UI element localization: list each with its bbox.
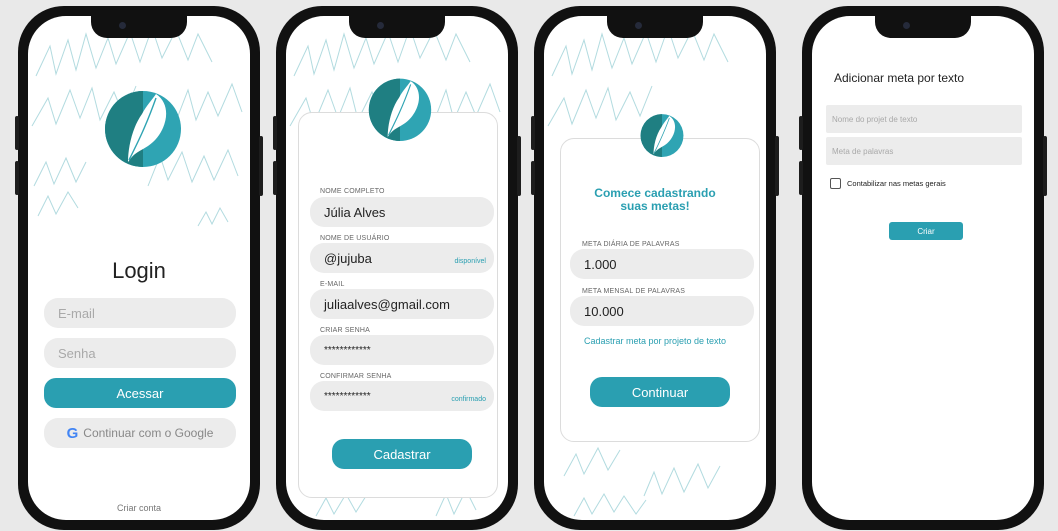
fullname-label: NOME COMPLETO [320, 188, 385, 195]
word-goal-placeholder: Meta de palavras [832, 146, 894, 156]
app-logo [640, 112, 684, 163]
signup-screen: NOME COMPLETO Júlia Alves NOME DE USUÁRI… [286, 16, 508, 520]
google-icon: G [66, 424, 79, 442]
google-login-button[interactable]: G Continuar com o Google [44, 418, 236, 448]
password-field[interactable]: ************ [310, 335, 494, 365]
email-placeholder: E-mail [58, 305, 95, 321]
password-placeholder: Senha [58, 345, 96, 361]
page-title: Login [112, 258, 166, 283]
create-button[interactable]: Criar [889, 222, 963, 240]
monthly-goal-label: META MENSAL DE PALAVRAS [582, 288, 686, 295]
confirm-password-value: ************ [324, 390, 371, 402]
phone-goals: Comece cadastrando suas metas! META DIÁR… [531, 6, 779, 530]
fullname-field[interactable]: Júlia Alves [310, 197, 494, 227]
username-value: @jujuba [324, 250, 372, 266]
project-goal-link[interactable]: Cadastrar meta por projeto de texto [544, 336, 766, 346]
username-available-tag: disponível [454, 258, 486, 265]
email-field[interactable]: juliaalves@gmail.com [310, 289, 494, 319]
username-label: NOME DE USUÁRIO [320, 235, 390, 242]
goals-heading: Comece cadastrando suas metas! [544, 187, 766, 213]
app-logo [104, 88, 182, 173]
count-in-general-goals-checkbox[interactable]: Contabilizar nas metas gerais [830, 178, 946, 189]
password-label: CRIAR SENHA [320, 327, 371, 334]
username-field[interactable]: @jujuba disponível [310, 243, 494, 273]
continue-button[interactable]: Continuar [590, 377, 730, 407]
continue-button-label: Continuar [631, 384, 689, 400]
signup-button[interactable]: Cadastrar [332, 439, 472, 469]
daily-goal-label: META DIÁRIA DE PALAVRAS [582, 241, 680, 248]
checkbox-label: Contabilizar nas metas gerais [847, 179, 946, 188]
password-confirmed-tag: confirmado [451, 396, 486, 403]
login-button[interactable]: Acessar [44, 378, 236, 408]
notch [349, 16, 445, 38]
email-label: E-MAIL [320, 281, 345, 288]
word-goal-field[interactable]: Meta de palavras [826, 137, 1022, 165]
password-field[interactable]: Senha [44, 338, 236, 368]
text-goal-screen: Adicionar meta por texto Nome do projet … [812, 16, 1034, 520]
confirm-password-label: CONFIRMAR SENHA [320, 373, 392, 380]
goals-screen: Comece cadastrando suas metas! META DIÁR… [544, 16, 766, 520]
google-button-label: Continuar com o Google [83, 426, 214, 440]
daily-goal-value: 1.000 [584, 256, 617, 272]
notch [607, 16, 703, 38]
monthly-goal-value: 10.000 [584, 303, 624, 319]
signup-button-label: Cadastrar [373, 446, 431, 462]
notch [875, 16, 971, 38]
fullname-value: Júlia Alves [324, 204, 386, 220]
create-button-label: Criar [917, 226, 935, 236]
page-title: Adicionar meta por texto [834, 71, 965, 85]
notch [91, 16, 187, 38]
confirm-password-field[interactable]: ************ confirmado [310, 381, 494, 411]
phone-signup: NOME COMPLETO Júlia Alves NOME DE USUÁRI… [273, 6, 521, 530]
project-name-placeholder: Nome do projet de texto [832, 114, 918, 124]
create-account-link[interactable]: Criar conta [28, 503, 250, 513]
email-value: juliaalves@gmail.com [324, 296, 450, 312]
phone-login: Login E-mail Senha Acessar G Continuar c… [15, 6, 263, 530]
app-logo [368, 76, 432, 147]
checkbox-box[interactable] [830, 178, 841, 189]
daily-goal-field[interactable]: 1.000 [570, 249, 754, 279]
email-field[interactable]: E-mail [44, 298, 236, 328]
login-screen: Login E-mail Senha Acessar G Continuar c… [28, 16, 250, 520]
goals-heading-line2: suas metas! [620, 199, 690, 213]
password-value: ************ [324, 344, 371, 356]
monthly-goal-field[interactable]: 10.000 [570, 296, 754, 326]
phone-text-goal: Adicionar meta por texto Nome do projet … [799, 6, 1047, 530]
login-button-label: Acessar [116, 385, 164, 401]
project-name-field[interactable]: Nome do projet de texto [826, 105, 1022, 133]
